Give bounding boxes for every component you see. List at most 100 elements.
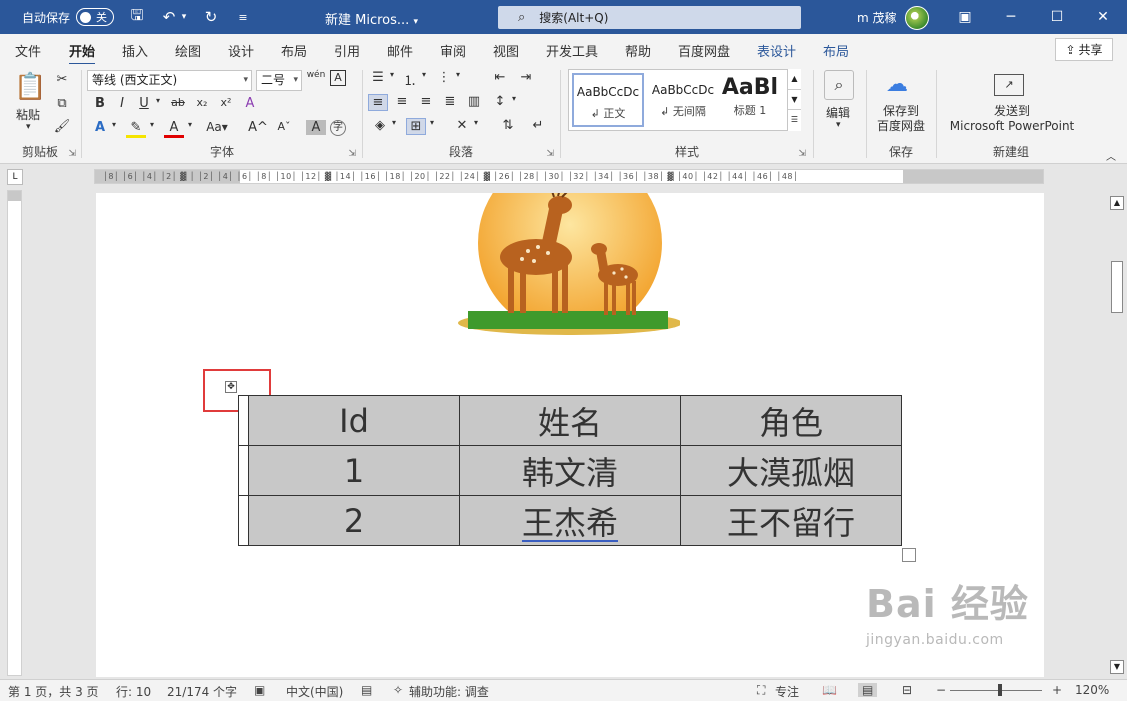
zoom-slider[interactable] [950,690,1042,691]
tab-view[interactable]: 视图 [493,41,519,60]
zoom-in-icon[interactable]: + [1052,683,1062,697]
align-right-icon[interactable]: ≡ [416,94,436,109]
strikethrough-icon[interactable]: ab [168,96,188,109]
table-move-handle-icon[interactable]: ✥ [225,381,237,393]
focus-icon[interactable]: ⛶ [757,683,765,698]
document-page[interactable]: ✥ Id 姓名 角色 1 韩文清 大漠孤烟 2 王杰希 王不留行 Bai 经验 … [96,193,1044,677]
tab-table-layout[interactable]: 布局 [823,41,849,60]
align-left-icon[interactable]: ≡ [368,94,388,111]
grow-font-icon[interactable]: A^ [248,120,268,135]
font-name-select[interactable]: 等线 (西文正文) ▾ [87,70,252,91]
numbering-dropdown-icon[interactable]: ▾ [414,70,434,79]
data-table[interactable]: Id 姓名 角色 1 韩文清 大漠孤烟 2 王杰希 王不留行 [238,395,902,546]
multilevel-dropdown-icon[interactable]: ▾ [448,70,468,79]
tab-insert[interactable]: 插入 [122,41,148,60]
scroll-up-icon[interactable]: ▲ [1110,196,1124,210]
tab-selector-icon[interactable]: L [7,169,23,185]
tab-file[interactable]: 文件 [15,41,41,60]
editing-dropdown-icon[interactable]: ▾ [836,120,841,130]
send-to-ppt-button[interactable]: 发送到 Microsoft PowerPoint [942,104,1082,134]
find-icon[interactable]: ⌕ [824,70,854,100]
format-painter-icon[interactable]: 🖌 [52,119,72,134]
save-icon[interactable]: 🖫 [128,5,146,30]
editing-button[interactable]: 编辑 [826,104,850,121]
web-layout-icon[interactable]: ⊟ [902,683,912,697]
subscript-icon[interactable]: x₂ [192,96,212,109]
tab-review[interactable]: 审阅 [440,41,466,60]
char-border-icon[interactable]: A [330,70,346,86]
collapse-ribbon-icon[interactable]: ︿ [1106,148,1116,163]
zoom-slider-thumb[interactable] [998,684,1002,696]
text-effects-dropdown-icon[interactable]: ▾ [104,120,124,129]
tab-help[interactable]: 帮助 [625,41,651,60]
cell-id[interactable]: 2 [248,495,460,546]
maximize-icon[interactable]: ☐ [1034,0,1080,34]
tab-developer[interactable]: 开发工具 [546,41,598,60]
autosave-toggle[interactable]: 关 [76,8,115,26]
cell-role[interactable]: 大漠孤烟 [680,445,902,496]
bold-icon[interactable]: B [90,96,110,111]
paste-icon[interactable]: 📋 [14,72,46,102]
decrease-indent-icon[interactable]: ⇤ [490,70,510,85]
ribbon-display-icon[interactable]: ▣ [942,0,988,34]
cell-name[interactable]: 韩文清 [459,445,681,496]
highlight-dropdown-icon[interactable]: ▾ [142,120,162,129]
header-id[interactable]: Id [248,395,460,446]
line-number[interactable]: 行: 10 [116,683,151,700]
enclose-char-icon[interactable]: 字 [330,120,346,136]
print-layout-icon[interactable]: ▤ [858,683,878,697]
cell-id[interactable]: 1 [248,445,460,496]
font-launcher-icon[interactable]: ⇲ [348,149,356,159]
sort-icon[interactable]: ⇅ [498,118,518,133]
redo-icon[interactable]: ↻ [202,8,220,26]
change-case-icon[interactable]: Aa▾ [202,120,232,134]
copy-icon[interactable]: ⧉ [52,96,72,111]
paste-dropdown-icon[interactable]: ▾ [26,122,31,132]
tab-references[interactable]: 引用 [334,41,360,60]
italic-icon[interactable]: I [112,96,132,111]
header-role[interactable]: 角色 [680,395,902,446]
line-spacing-dropdown-icon[interactable]: ▾ [504,94,524,103]
accessibility-icon[interactable]: ✧ [393,683,403,697]
language[interactable]: 中文(中国) [286,683,343,700]
accessibility-status[interactable]: 辅助功能: 调查 [409,683,489,700]
paste-button[interactable]: 粘贴 [16,106,40,123]
avatar[interactable] [905,6,929,30]
tab-layout[interactable]: 布局 [281,41,307,60]
horizontal-ruler[interactable]: │8│ │6│ │4│ │2│ ▓ │ │2│ │4│ │6│ │8│ │10│… [94,169,1044,184]
cell-role[interactable]: 王不留行 [680,495,902,546]
send-to-ppt-icon[interactable]: ↗ [994,74,1024,96]
cell-name[interactable]: 王杰希 [459,495,681,546]
deer-illustration[interactable] [458,193,680,338]
search-input[interactable]: ⌕ 搜索(Alt+Q) [498,6,801,29]
close-icon[interactable]: ✕ [1080,0,1126,34]
user-name[interactable]: m 茂稼 [857,9,897,26]
undo-dropdown-icon[interactable]: ▾ [180,12,188,22]
superscript-icon[interactable]: x² [216,96,236,109]
macro-icon[interactable]: ▤ [361,683,372,697]
font-size-select[interactable]: 二号 ▾ [256,70,302,91]
focus-mode[interactable]: 专注 [775,683,799,700]
tab-table-design[interactable]: 表设计 [757,41,796,60]
minimize-icon[interactable]: ─ [988,0,1034,34]
tab-draw[interactable]: 绘图 [175,41,201,60]
header-name[interactable]: 姓名 [459,395,681,446]
justify-icon[interactable]: ≣ [440,94,460,109]
distributed-icon[interactable]: ▥ [464,94,484,109]
borders-dropdown-icon[interactable]: ▾ [422,118,442,127]
vertical-ruler[interactable] [7,190,22,676]
zoom-level[interactable]: 120% [1075,683,1109,697]
char-shading-icon[interactable]: A [306,120,326,135]
customize-qa-icon[interactable]: ≡ [234,11,252,24]
paragraph-launcher-icon[interactable]: ⇲ [546,149,554,159]
tab-mailings[interactable]: 邮件 [387,41,413,60]
bullets-dropdown-icon[interactable]: ▾ [382,70,402,79]
shading-dropdown-icon[interactable]: ▾ [384,118,404,127]
page-count[interactable]: 第 1 页，共 3 页 [8,683,99,700]
save-to-netdisk-button[interactable]: 保存到 百度网盘 [872,104,930,134]
tab-home[interactable]: 开始 [69,41,96,66]
phonetic-guide-icon[interactable]: wén [306,70,326,80]
font-color-dropdown-icon[interactable]: ▾ [180,120,200,129]
scroll-down-icon[interactable]: ▼ [1110,660,1124,674]
underline-dropdown-icon[interactable]: ▾ [148,96,168,105]
